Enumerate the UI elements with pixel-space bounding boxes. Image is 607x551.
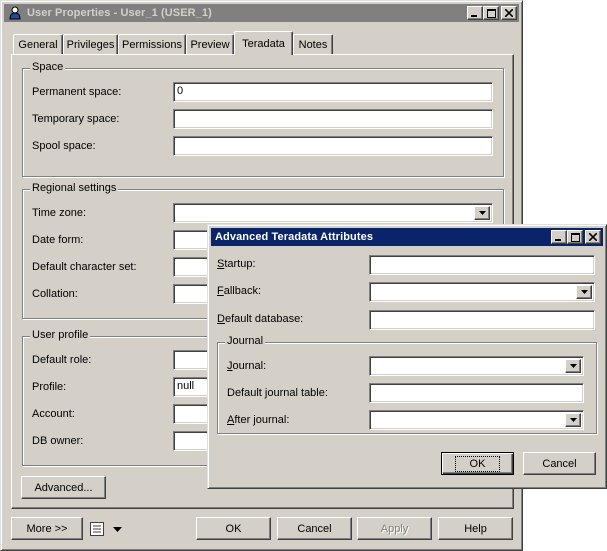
- date-form-label: Date form:: [32, 234, 84, 246]
- fallback-label: Fallback:: [217, 285, 262, 297]
- startup-label: Startup:: [217, 258, 256, 270]
- dialog-cancel-button[interactable]: Cancel: [523, 452, 596, 475]
- space-legend: Space: [30, 61, 66, 73]
- collation-label: Collation:: [32, 288, 78, 300]
- user-icon: [8, 6, 22, 20]
- main-titlebar[interactable]: User Properties - User_1 (USER_1): [4, 4, 519, 22]
- chevron-down-icon: [580, 290, 588, 294]
- default-database-label: Default database:: [217, 313, 304, 325]
- maximize-icon: [486, 8, 496, 18]
- help-button[interactable]: Help: [438, 517, 513, 540]
- after-journal-dropdown-button[interactable]: [565, 413, 581, 427]
- close-icon: [589, 233, 597, 241]
- tab-permissions[interactable]: Permissions: [118, 34, 186, 54]
- time-zone-select[interactable]: [173, 203, 493, 223]
- cancel-button[interactable]: Cancel: [277, 517, 352, 540]
- advanced-button[interactable]: Advanced...: [21, 476, 106, 499]
- tab-general[interactable]: General: [13, 34, 63, 54]
- default-database-input[interactable]: [369, 310, 595, 330]
- default-character-set-label: Default character set:: [32, 261, 137, 273]
- close-icon: [505, 9, 513, 17]
- list-icon: [90, 522, 104, 536]
- journal-dropdown-button[interactable]: [565, 359, 581, 373]
- maximize-icon: [570, 232, 580, 242]
- time-zone-label: Time zone:: [32, 207, 87, 219]
- dialog-close-button[interactable]: [585, 230, 601, 244]
- default-journal-table-input[interactable]: [369, 383, 584, 403]
- tab-privileges[interactable]: Privileges: [63, 34, 118, 54]
- account-label: Account:: [32, 408, 75, 420]
- dialog-title: Advanced Teradata Attributes: [215, 231, 374, 243]
- ok-button[interactable]: OK: [196, 517, 271, 540]
- user-profile-legend: User profile: [30, 329, 91, 341]
- close-button[interactable]: [501, 6, 517, 20]
- journal-label: Journal:: [227, 360, 267, 372]
- apply-button[interactable]: Apply: [357, 517, 432, 540]
- temporary-space-label: Temporary space:: [32, 113, 120, 125]
- fallback-select[interactable]: [369, 282, 595, 302]
- dialog-minimize-button[interactable]: [551, 230, 567, 244]
- minimize-icon: [555, 239, 561, 241]
- time-zone-dropdown-button[interactable]: [474, 206, 490, 220]
- default-role-label: Default role:: [32, 354, 92, 366]
- fallback-dropdown-button[interactable]: [576, 285, 592, 299]
- minimize-button[interactable]: [467, 6, 483, 20]
- more-button[interactable]: More >>: [11, 517, 83, 540]
- chevron-down-icon: [569, 364, 577, 368]
- journal-select[interactable]: [369, 356, 584, 376]
- permanent-space-label: Permanent space:: [32, 86, 122, 98]
- after-journal-label: After journal:: [227, 414, 290, 426]
- startup-input[interactable]: [369, 255, 595, 275]
- minimize-icon: [471, 15, 477, 17]
- chevron-down-icon: [569, 418, 577, 422]
- after-journal-select[interactable]: [369, 410, 584, 430]
- db-owner-label: DB owner:: [32, 435, 84, 447]
- permanent-space-input[interactable]: 0: [173, 82, 493, 102]
- tab-teradata[interactable]: Teradata: [234, 31, 293, 55]
- maximize-button[interactable]: [483, 6, 499, 20]
- journal-legend: Journal: [225, 335, 266, 347]
- spool-space-label: Spool space:: [32, 140, 96, 152]
- chevron-down-icon: [113, 526, 122, 532]
- dialog-maximize-button[interactable]: [567, 230, 583, 244]
- advanced-teradata-attributes-dialog: Advanced Teradata Attributes Startup: Fa…: [207, 224, 607, 489]
- profile-label: Profile:: [32, 381, 67, 393]
- dialog-ok-button[interactable]: OK: [441, 452, 514, 475]
- regional-settings-legend: Regional settings: [30, 182, 119, 194]
- spool-space-input[interactable]: [173, 136, 493, 156]
- dialog-titlebar[interactable]: Advanced Teradata Attributes: [211, 228, 603, 246]
- tab-notes[interactable]: Notes: [293, 34, 333, 54]
- list-menu-button[interactable]: [90, 520, 126, 538]
- temporary-space-input[interactable]: [173, 109, 493, 129]
- chevron-down-icon: [478, 211, 486, 215]
- tab-preview[interactable]: Preview: [186, 34, 234, 54]
- main-window-title: User Properties - User_1 (USER_1): [27, 7, 212, 19]
- default-journal-table-label: Default journal table:: [227, 387, 328, 399]
